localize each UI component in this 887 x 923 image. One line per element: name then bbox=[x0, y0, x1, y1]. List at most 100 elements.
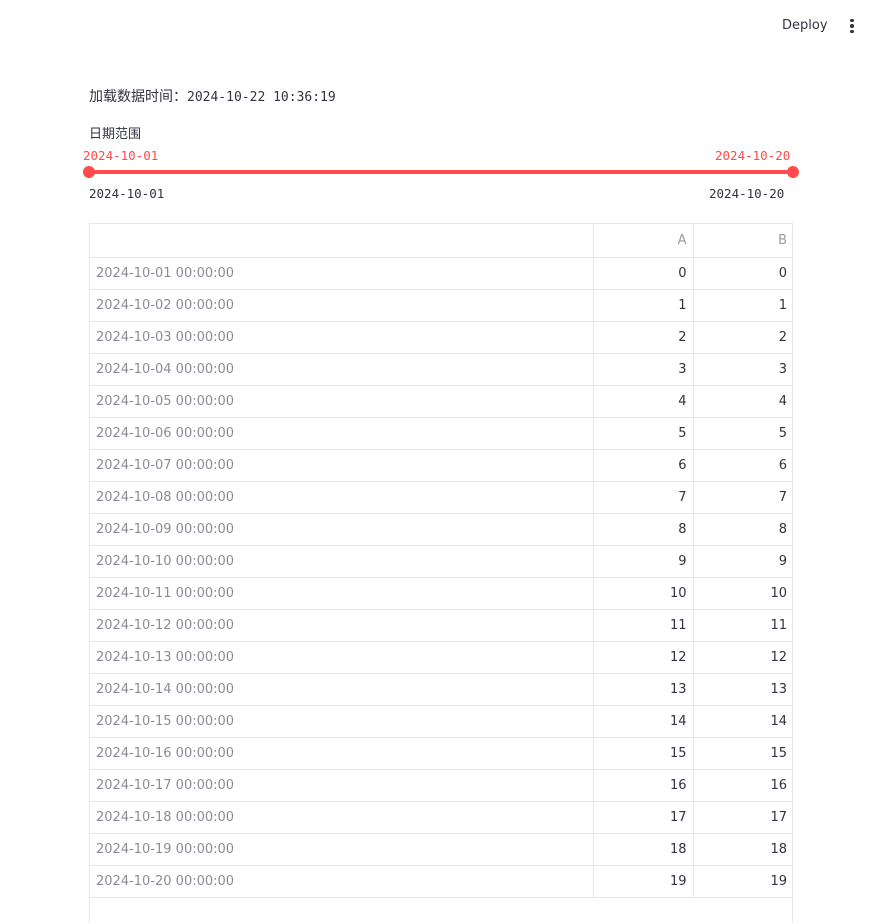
row-index-cell[interactable]: 2024-10-03 00:00:00 bbox=[90, 321, 593, 354]
cell-a[interactable]: 5 bbox=[592, 417, 693, 450]
row-index-cell[interactable]: 2024-10-09 00:00:00 bbox=[90, 513, 593, 546]
row-index-cell[interactable]: 2024-10-08 00:00:00 bbox=[90, 481, 593, 514]
table-row[interactable]: 2024-10-04 00:00:00 3 3 bbox=[90, 353, 792, 386]
date-range-slider-track[interactable] bbox=[89, 170, 793, 174]
cell-b[interactable]: 17 bbox=[692, 801, 792, 834]
slider-selected-end: 2024-10-20 bbox=[715, 148, 791, 163]
slider-max-value: 2024-10-20 bbox=[709, 186, 785, 201]
cell-b[interactable]: 4 bbox=[692, 385, 792, 418]
cell-a[interactable]: 7 bbox=[592, 481, 693, 514]
cell-b[interactable]: 6 bbox=[692, 449, 792, 482]
table-row[interactable]: 2024-10-11 00:00:00 10 10 bbox=[90, 577, 792, 610]
table-row[interactable]: 2024-10-09 00:00:00 8 8 bbox=[90, 513, 792, 546]
row-index-cell[interactable]: 2024-10-19 00:00:00 bbox=[90, 833, 593, 866]
cell-a[interactable]: 0 bbox=[592, 257, 693, 290]
row-index-cell[interactable]: 2024-10-11 00:00:00 bbox=[90, 577, 593, 610]
row-index-cell[interactable]: 2024-10-12 00:00:00 bbox=[90, 609, 593, 642]
column-header-a[interactable]: A bbox=[592, 224, 693, 258]
cell-b[interactable]: 2 bbox=[692, 321, 792, 354]
app-toolbar: Deploy bbox=[0, 0, 887, 52]
table-body: 2024-10-01 00:00:00 0 0 2024-10-02 00:00:00… bbox=[90, 257, 792, 898]
cell-b[interactable]: 0 bbox=[692, 257, 792, 290]
cell-b[interactable]: 7 bbox=[692, 481, 792, 514]
cell-a[interactable]: 4 bbox=[592, 385, 693, 418]
deploy-button[interactable]: Deploy bbox=[774, 15, 836, 37]
table-row[interactable]: 2024-10-02 00:00:00 1 1 bbox=[90, 289, 792, 322]
cell-b[interactable]: 19 bbox=[692, 865, 792, 898]
row-index-cell[interactable]: 2024-10-13 00:00:00 bbox=[90, 641, 593, 674]
cell-a[interactable]: 3 bbox=[592, 353, 693, 386]
table-row[interactable]: 2024-10-14 00:00:00 13 13 bbox=[90, 673, 792, 706]
row-index-cell[interactable]: 2024-10-15 00:00:00 bbox=[90, 705, 593, 738]
row-index-cell[interactable]: 2024-10-14 00:00:00 bbox=[90, 673, 593, 706]
cell-b[interactable]: 9 bbox=[692, 545, 792, 578]
table-row[interactable]: 2024-10-12 00:00:00 11 11 bbox=[90, 609, 792, 642]
row-index-cell[interactable]: 2024-10-05 00:00:00 bbox=[90, 385, 593, 418]
cell-a[interactable]: 12 bbox=[592, 641, 693, 674]
cell-a[interactable]: 2 bbox=[592, 321, 693, 354]
cell-a[interactable]: 17 bbox=[592, 801, 693, 834]
table-row[interactable]: 2024-10-16 00:00:00 15 15 bbox=[90, 737, 792, 770]
slider-min-value: 2024-10-01 bbox=[89, 186, 165, 201]
load-time-text: 加载数据时间：2024-10-22 10:36:19 bbox=[89, 87, 336, 108]
row-index-cell[interactable]: 2024-10-01 00:00:00 bbox=[90, 257, 593, 290]
table-row[interactable]: 2024-10-07 00:00:00 6 6 bbox=[90, 449, 792, 482]
cell-b[interactable]: 13 bbox=[692, 673, 792, 706]
table-row[interactable]: 2024-10-13 00:00:00 12 12 bbox=[90, 641, 792, 674]
cell-a[interactable]: 6 bbox=[592, 449, 693, 482]
cell-b[interactable]: 1 bbox=[692, 289, 792, 322]
cell-b[interactable]: 11 bbox=[692, 609, 792, 642]
slider-end-handle[interactable] bbox=[787, 166, 799, 178]
row-index-cell[interactable]: 2024-10-04 00:00:00 bbox=[90, 353, 593, 386]
cell-a[interactable]: 15 bbox=[592, 737, 693, 770]
slider-selected-start: 2024-10-01 bbox=[83, 148, 159, 163]
cell-a[interactable]: 11 bbox=[592, 609, 693, 642]
table-row[interactable]: 2024-10-03 00:00:00 2 2 bbox=[90, 321, 792, 354]
table-row[interactable]: 2024-10-19 00:00:00 18 18 bbox=[90, 833, 792, 866]
table-row[interactable]: 2024-10-18 00:00:00 17 17 bbox=[90, 801, 792, 834]
data-table[interactable]: A B 2024-10-01 00:00:00 0 0 2024-10-02 00:0… bbox=[89, 223, 793, 923]
row-index-cell[interactable]: 2024-10-17 00:00:00 bbox=[90, 769, 593, 802]
cell-a[interactable]: 9 bbox=[592, 545, 693, 578]
cell-a[interactable]: 18 bbox=[592, 833, 693, 866]
cell-a[interactable]: 1 bbox=[592, 289, 693, 322]
index-column-header[interactable] bbox=[90, 224, 593, 258]
row-index-cell[interactable]: 2024-10-16 00:00:00 bbox=[90, 737, 593, 770]
row-index-cell[interactable]: 2024-10-02 00:00:00 bbox=[90, 289, 593, 322]
cell-b[interactable]: 15 bbox=[692, 737, 792, 770]
cell-b[interactable]: 8 bbox=[692, 513, 792, 546]
table-row[interactable]: 2024-10-20 00:00:00 19 19 bbox=[90, 865, 792, 898]
row-index-cell[interactable]: 2024-10-07 00:00:00 bbox=[90, 449, 593, 482]
cell-b[interactable]: 16 bbox=[692, 769, 792, 802]
load-time-value: 2024-10-22 10:36:19 bbox=[187, 90, 336, 105]
table-row[interactable]: 2024-10-05 00:00:00 4 4 bbox=[90, 385, 792, 418]
menu-dot bbox=[850, 18, 854, 23]
cell-a[interactable]: 13 bbox=[592, 673, 693, 706]
cell-b[interactable]: 18 bbox=[692, 833, 792, 866]
cell-b[interactable]: 14 bbox=[692, 705, 792, 738]
vertical-ellipsis-icon[interactable] bbox=[840, 14, 864, 38]
cell-b[interactable]: 10 bbox=[692, 577, 792, 610]
table-row[interactable]: 2024-10-15 00:00:00 14 14 bbox=[90, 705, 792, 738]
row-index-cell[interactable]: 2024-10-18 00:00:00 bbox=[90, 801, 593, 834]
table-row[interactable]: 2024-10-08 00:00:00 7 7 bbox=[90, 481, 792, 514]
load-time-label: 加载数据时间： bbox=[89, 89, 187, 105]
cell-a[interactable]: 16 bbox=[592, 769, 693, 802]
row-index-cell[interactable]: 2024-10-10 00:00:00 bbox=[90, 545, 593, 578]
cell-a[interactable]: 14 bbox=[592, 705, 693, 738]
table-header-row: A B bbox=[90, 224, 792, 258]
cell-a[interactable]: 10 bbox=[592, 577, 693, 610]
cell-b[interactable]: 12 bbox=[692, 641, 792, 674]
cell-b[interactable]: 3 bbox=[692, 353, 792, 386]
cell-b[interactable]: 5 bbox=[692, 417, 792, 450]
cell-a[interactable]: 8 bbox=[592, 513, 693, 546]
cell-a[interactable]: 19 bbox=[592, 865, 693, 898]
slider-start-handle[interactable] bbox=[83, 166, 95, 178]
row-index-cell[interactable]: 2024-10-06 00:00:00 bbox=[90, 417, 593, 450]
table-row[interactable]: 2024-10-17 00:00:00 16 16 bbox=[90, 769, 792, 802]
table-row[interactable]: 2024-10-06 00:00:00 5 5 bbox=[90, 417, 792, 450]
table-row[interactable]: 2024-10-01 00:00:00 0 0 bbox=[90, 257, 792, 290]
row-index-cell[interactable]: 2024-10-20 00:00:00 bbox=[90, 865, 593, 898]
column-header-b[interactable]: B bbox=[692, 224, 792, 258]
table-row[interactable]: 2024-10-10 00:00:00 9 9 bbox=[90, 545, 792, 578]
